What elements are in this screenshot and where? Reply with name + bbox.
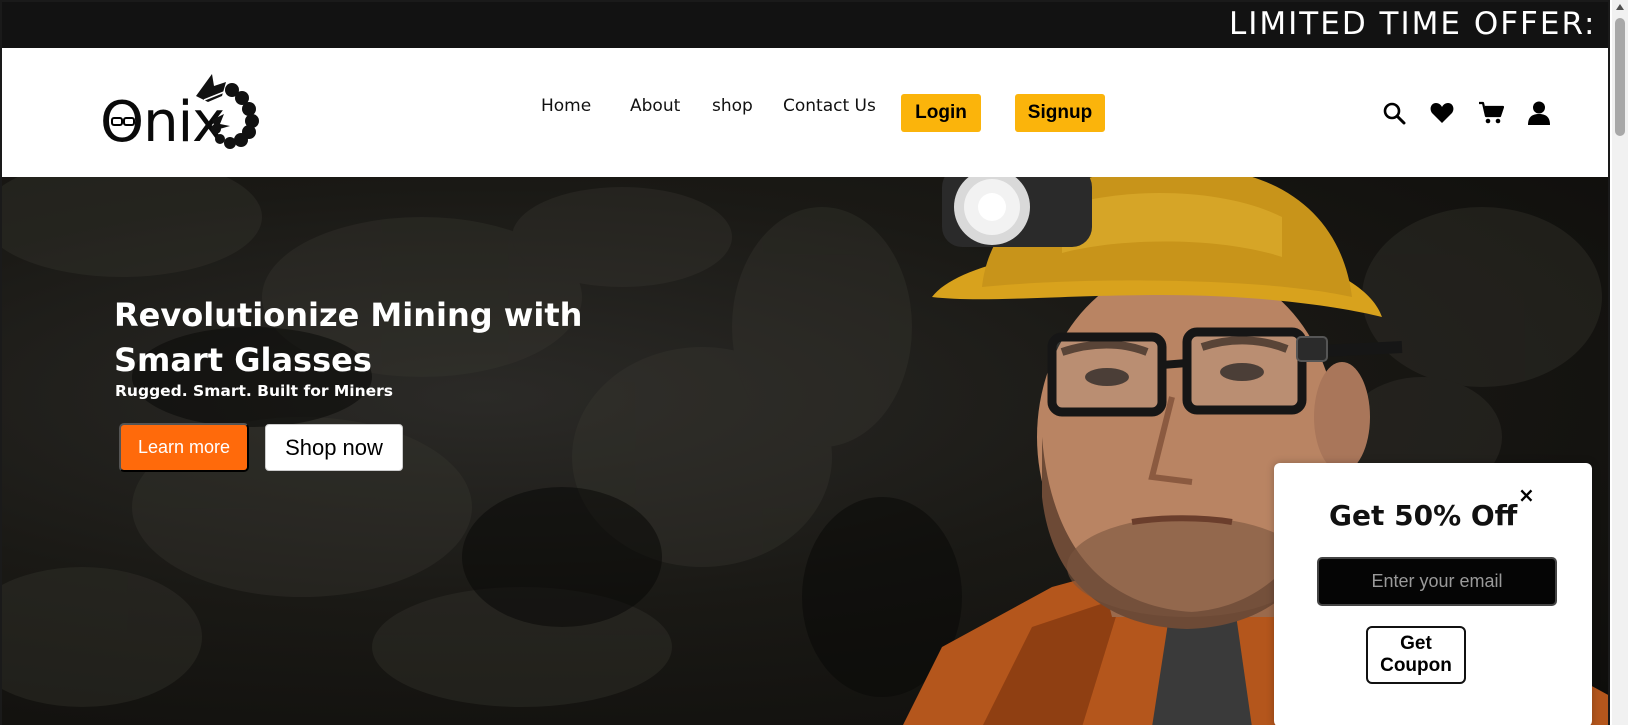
logo-emblem-icon — [111, 74, 259, 149]
hero-title: Revolutionize Mining with Smart Glasses — [114, 296, 583, 379]
learn-more-button[interactable]: Learn more — [119, 423, 249, 472]
nav-link-shop[interactable]: shop — [712, 96, 753, 116]
nav-link-contact-us[interactable]: Contact Us — [783, 96, 876, 116]
get-coupon-button[interactable]: Get Coupon — [1366, 626, 1466, 684]
close-icon[interactable]: × — [1518, 483, 1535, 507]
nav-link-about[interactable]: About — [630, 96, 680, 116]
hero-subtitle: Rugged. Smart. Built for Miners — [115, 382, 394, 400]
user-icon[interactable] — [1526, 100, 1552, 126]
cart-icon[interactable] — [1478, 100, 1504, 126]
search-icon[interactable] — [1381, 100, 1407, 126]
nav-link-home[interactable]: Home — [541, 96, 591, 116]
scrollbar-thumb[interactable] — [1615, 18, 1625, 136]
announcement-text: LIMITED TIME OFFER: GET 50% OFF — [1229, 6, 1608, 42]
login-button[interactable]: Login — [901, 94, 981, 132]
site-logo[interactable]: Onix — [100, 70, 270, 155]
shop-now-button[interactable]: Shop now — [265, 424, 403, 471]
scroll-up-arrow-icon[interactable] — [1616, 4, 1624, 10]
site-header: Onix Home About shop Contact Us Login Si… — [2, 48, 1608, 177]
signup-button[interactable]: Signup — [1015, 94, 1105, 132]
popup-title: Get 50% Off — [1329, 499, 1518, 532]
announcement-bar: LIMITED TIME OFFER: GET 50% OFF — [2, 2, 1608, 48]
heart-icon[interactable] — [1429, 100, 1455, 126]
page-scrollbar[interactable] — [1612, 0, 1628, 725]
email-input[interactable] — [1317, 557, 1557, 606]
coupon-popup: × Get 50% Off Get Coupon — [1274, 463, 1592, 725]
page: LIMITED TIME OFFER: GET 50% OFF Onix — [0, 0, 1610, 725]
